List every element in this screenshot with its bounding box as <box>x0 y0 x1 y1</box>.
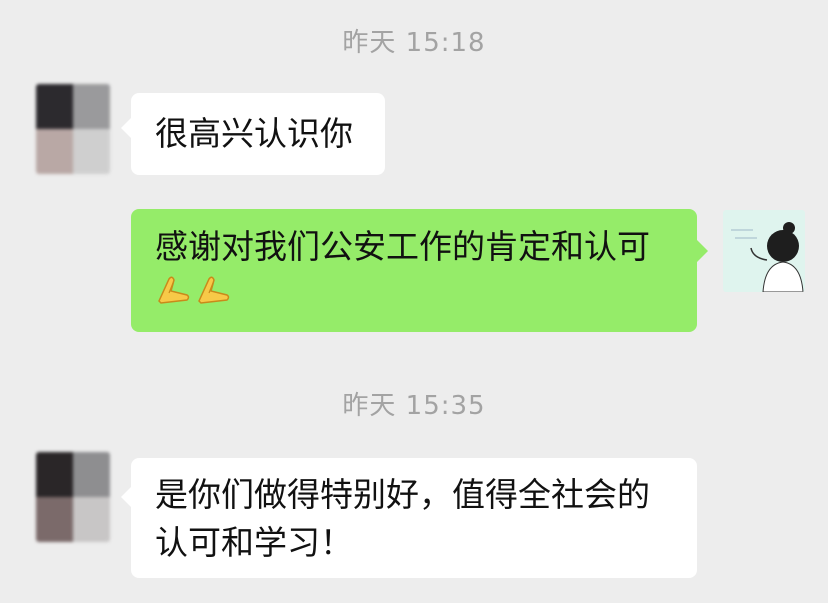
self-avatar[interactable] <box>723 210 805 292</box>
message-bubble-incoming[interactable]: 很高兴认识你 <box>131 93 385 175</box>
message-text-line: 是你们做得特别好，值得全社会的 <box>155 475 650 514</box>
timestamp: 昨天 15:18 <box>342 28 486 58</box>
message-text-line: 认可和学习！ <box>155 523 353 562</box>
contact-avatar[interactable] <box>36 452 110 542</box>
message-text: 感谢对我们公安工作的肯定和认可 <box>155 227 650 266</box>
message-bubble-incoming[interactable]: 是你们做得特别好，值得全社会的 认可和学习！ <box>131 458 697 578</box>
message-bubble-outgoing[interactable]: 感谢对我们公安工作的肯定和认可 <box>131 209 697 332</box>
message-text: 很高兴认识你 <box>155 114 353 153</box>
contact-avatar[interactable] <box>36 84 110 174</box>
bubble-tail <box>697 240 708 262</box>
praying-hands-emoji <box>198 276 230 304</box>
praying-hands-emoji <box>158 276 190 304</box>
emoji-row <box>155 273 697 305</box>
timestamp: 昨天 15:35 <box>342 391 486 421</box>
